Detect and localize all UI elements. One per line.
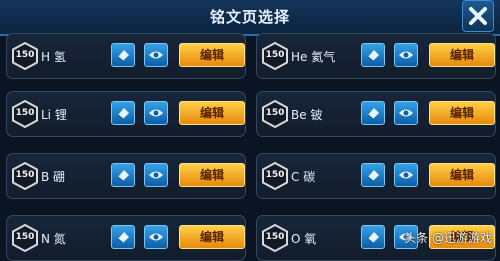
level-value: 150 — [15, 232, 35, 242]
page-name: C 碳 — [291, 170, 316, 184]
page-name: H 氢 — [41, 50, 66, 64]
preview-button[interactable] — [394, 101, 418, 125]
rename-button[interactable] — [361, 101, 385, 125]
eye-icon — [149, 233, 163, 241]
rename-button[interactable] — [361, 225, 385, 249]
eraser-icon — [117, 232, 129, 244]
eraser-icon — [367, 232, 379, 244]
eye-icon — [149, 109, 163, 117]
rename-button[interactable] — [111, 163, 135, 187]
page-name: Be 铍 — [291, 108, 323, 122]
eye-icon — [399, 51, 413, 59]
level-value: 150 — [15, 50, 35, 60]
edit-button[interactable]: 编辑 — [179, 43, 245, 67]
page-name: O 氧 — [291, 232, 317, 246]
eraser-icon — [367, 170, 379, 182]
edit-button[interactable]: 编辑 — [179, 101, 245, 125]
eraser-icon — [117, 170, 129, 182]
edit-button[interactable]: 编辑 — [179, 225, 245, 249]
eye-icon — [149, 171, 163, 179]
inscription-slot[interactable]: 150 C 碳 编辑 — [256, 153, 496, 199]
inscription-page-grid: 150 H 氢 编辑 150 He 氦气 编辑 150 Li 锂 编辑 150 … — [6, 33, 496, 261]
eraser-icon — [117, 50, 129, 62]
close-icon — [469, 7, 487, 25]
level-value: 150 — [265, 170, 285, 180]
edit-button[interactable]: 编辑 — [179, 163, 245, 187]
page-title: 铭文页选择 — [209, 8, 290, 26]
edit-button[interactable]: 编辑 — [429, 163, 495, 187]
preview-button[interactable] — [144, 163, 168, 187]
inscription-slot[interactable]: 150 Li 锂 编辑 — [6, 91, 246, 137]
page-name: N 氮 — [41, 232, 66, 246]
eraser-icon — [367, 108, 379, 120]
preview-button[interactable] — [394, 43, 418, 67]
edit-button[interactable]: 编辑 — [429, 43, 495, 67]
inscription-slot[interactable]: 150 Be 铍 编辑 — [256, 91, 496, 137]
page-name: B 硼 — [41, 170, 66, 184]
eye-icon — [399, 109, 413, 117]
inscription-slot[interactable]: 150 H 氢 编辑 — [6, 33, 246, 79]
level-value: 150 — [265, 232, 285, 242]
rename-button[interactable] — [111, 101, 135, 125]
inscription-slot[interactable]: 150 He 氦气 编辑 — [256, 33, 496, 79]
edit-button[interactable]: 编辑 — [429, 101, 495, 125]
rename-button[interactable] — [111, 225, 135, 249]
inscription-slot[interactable]: 150 B 硼 编辑 — [6, 153, 246, 199]
level-value: 150 — [265, 108, 285, 118]
watermark-text: 头条 @迅游游戏 — [404, 231, 492, 245]
level-value: 150 — [15, 108, 35, 118]
eraser-icon — [367, 50, 379, 62]
dialog-header: 铭文页选择 — [0, 0, 500, 36]
page-name: Li 锂 — [41, 108, 67, 122]
level-value: 150 — [265, 50, 285, 60]
rename-button[interactable] — [361, 163, 385, 187]
preview-button[interactable] — [144, 43, 168, 67]
rename-button[interactable] — [111, 43, 135, 67]
close-button[interactable] — [462, 0, 494, 32]
level-value: 150 — [15, 170, 35, 180]
eraser-icon — [117, 108, 129, 120]
rename-button[interactable] — [361, 43, 385, 67]
preview-button[interactable] — [144, 225, 168, 249]
eye-icon — [399, 171, 413, 179]
preview-button[interactable] — [394, 163, 418, 187]
eye-icon — [149, 51, 163, 59]
preview-button[interactable] — [144, 101, 168, 125]
page-name: He 氦气 — [291, 50, 336, 64]
inscription-slot[interactable]: 150 N 氮 编辑 — [6, 215, 246, 261]
